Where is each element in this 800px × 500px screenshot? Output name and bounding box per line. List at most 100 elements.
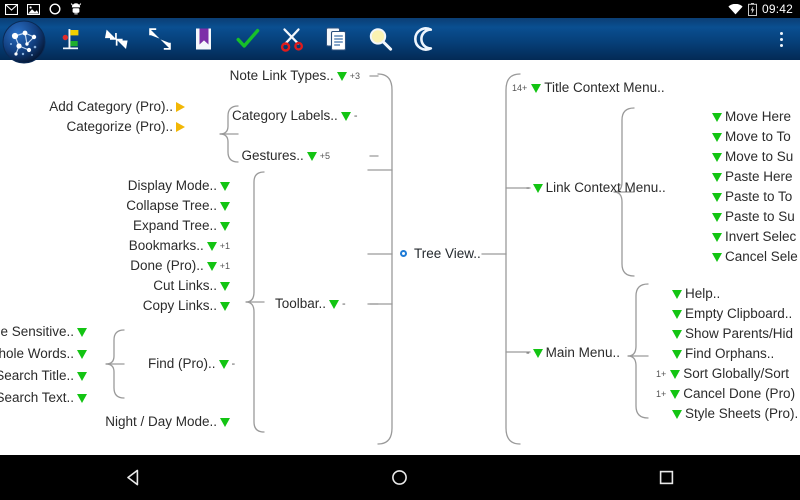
- expand-triangle-icon[interactable]: [220, 221, 230, 231]
- expand-triangle-icon[interactable]: [306, 151, 317, 161]
- node-expand-tree[interactable]: Expand Tree..: [60, 218, 230, 234]
- expand-triangle-icon[interactable]: [712, 212, 722, 222]
- node-show-parents[interactable]: Show Parents/Hid: [672, 326, 793, 342]
- mail-icon: [5, 3, 18, 15]
- expand-triangle-icon[interactable]: [220, 417, 230, 427]
- cut-links-icon[interactable]: [270, 18, 314, 60]
- mindmap-canvas[interactable]: Tree View.. Note Link Types.. +3 Add Cat…: [0, 60, 800, 455]
- node-style-sheets-pro[interactable]: Style Sheets (Pro).: [672, 406, 798, 422]
- expand-triangle-icon[interactable]: [712, 232, 722, 242]
- node-label: Main Menu..: [545, 345, 620, 360]
- node-move-to-top[interactable]: Move to To: [712, 129, 791, 145]
- done-check-icon[interactable]: [226, 18, 270, 60]
- expand-triangle-icon[interactable]: [336, 71, 347, 81]
- expand-triangle-icon[interactable]: [712, 112, 722, 122]
- expand-triangle-icon[interactable]: [672, 409, 682, 419]
- copy-links-icon[interactable]: [314, 18, 358, 60]
- node-cut-links[interactable]: Cut Links..: [60, 278, 230, 294]
- node-copy-links[interactable]: Copy Links..: [60, 298, 230, 314]
- search-icon[interactable]: [358, 18, 402, 60]
- node-case-sensitive[interactable]: ase Sensitive..: [0, 324, 87, 340]
- node-toolbar[interactable]: Toolbar.. -: [275, 296, 346, 312]
- expand-triangle-icon[interactable]: [77, 327, 87, 337]
- node-find-orphans[interactable]: Find Orphans..: [672, 346, 774, 362]
- expand-triangle-icon[interactable]: [220, 201, 230, 211]
- collapse-tree-icon[interactable]: [94, 18, 138, 60]
- node-move-here[interactable]: Move Here: [712, 109, 791, 125]
- expand-triangle-icon[interactable]: [329, 299, 340, 309]
- node-link-context-menu[interactable]: - Link Context Menu..: [526, 180, 666, 196]
- expand-triangle-icon[interactable]: [531, 83, 542, 93]
- circle-icon: [49, 3, 61, 15]
- expand-triangle-icon[interactable]: [670, 389, 681, 399]
- expand-triangle-icon[interactable]: [672, 289, 682, 299]
- bookmark-icon[interactable]: [182, 18, 226, 60]
- expand-triangle-icon[interactable]: [712, 172, 722, 182]
- node-label: Category Labels..: [232, 108, 338, 123]
- node-note-link-types[interactable]: Note Link Types.. +3: [110, 68, 360, 84]
- night-mode-icon[interactable]: [402, 18, 446, 60]
- node-paste-here[interactable]: Paste Here: [712, 169, 793, 185]
- node-main-menu[interactable]: - Main Menu..: [526, 345, 620, 361]
- node-display-mode[interactable]: Display Mode..: [60, 178, 230, 194]
- node-move-to-sub[interactable]: Move to Su: [712, 149, 793, 165]
- node-help[interactable]: Help..: [672, 286, 720, 302]
- node-paste-to-sub[interactable]: Paste to Su: [712, 209, 795, 225]
- node-empty-clipboard[interactable]: Empty Clipboard..: [672, 306, 792, 322]
- mindmap-root-node[interactable]: Tree View..: [400, 246, 481, 261]
- node-invert-selection[interactable]: Invert Selec: [712, 229, 796, 245]
- node-label: Cut Links..: [153, 278, 217, 293]
- node-add-category-pro[interactable]: Add Category (Pro)..: [0, 99, 185, 115]
- expand-triangle-icon[interactable]: [532, 183, 543, 193]
- expand-triangle-icon[interactable]: [712, 252, 722, 262]
- expand-triangle-icon[interactable]: [532, 348, 543, 358]
- pro-triangle-icon[interactable]: [176, 102, 185, 112]
- tree-markers-icon[interactable]: [50, 18, 94, 60]
- node-done-pro[interactable]: Done (Pro).. +1: [50, 258, 230, 274]
- node-title-context-menu[interactable]: 14+ Title Context Menu..: [512, 80, 665, 96]
- expand-triangle-icon[interactable]: [672, 329, 682, 339]
- expand-triangle-icon[interactable]: [670, 369, 681, 379]
- node-search-text[interactable]: Search Text..: [0, 390, 87, 406]
- node-label: Bookmarks..: [128, 238, 204, 253]
- node-gestures[interactable]: Gestures.. +5: [130, 148, 330, 164]
- expand-triangle-icon[interactable]: [77, 393, 87, 403]
- node-label: Find Orphans..: [685, 346, 775, 361]
- expand-triangle-icon[interactable]: [220, 281, 230, 291]
- expand-triangle-icon[interactable]: [77, 349, 87, 359]
- pro-triangle-icon[interactable]: [176, 122, 185, 132]
- expand-triangle-icon[interactable]: [220, 181, 230, 191]
- node-find-pro[interactable]: Find (Pro).. -: [148, 356, 235, 372]
- expand-triangle-icon[interactable]: [340, 111, 351, 121]
- nav-back-button[interactable]: [103, 455, 163, 500]
- node-cancel-selection[interactable]: Cancel Sele: [712, 249, 798, 265]
- nav-home-button[interactable]: [370, 455, 430, 500]
- node-cancel-done-pro[interactable]: 1+ Cancel Done (Pro): [656, 386, 795, 402]
- expand-triangle-icon[interactable]: [712, 152, 722, 162]
- expand-triangle-icon[interactable]: [218, 359, 229, 369]
- image-icon: [27, 3, 40, 15]
- expand-triangle-icon[interactable]: [206, 261, 217, 271]
- node-label: Title Context Menu..: [544, 80, 665, 95]
- node-night-day-mode[interactable]: Night / Day Mode..: [60, 414, 230, 430]
- node-categorize-pro[interactable]: Categorize (Pro)..: [0, 119, 185, 135]
- node-sort-globally[interactable]: 1+ Sort Globally/Sort: [656, 366, 789, 382]
- nav-recents-button[interactable]: [637, 455, 697, 500]
- node-collapse-tree[interactable]: Collapse Tree..: [60, 198, 230, 214]
- node-search-title[interactable]: Search Title..: [0, 368, 87, 384]
- node-whole-words[interactable]: Whole Words..: [0, 346, 87, 362]
- app-logo-icon[interactable]: [2, 20, 46, 64]
- expand-triangle-icon[interactable]: [672, 349, 682, 359]
- expand-triangle-icon[interactable]: [206, 241, 217, 251]
- expand-triangle-icon[interactable]: [712, 132, 722, 142]
- node-category-labels[interactable]: Category Labels.. -: [232, 108, 357, 124]
- node-paste-to-top[interactable]: Paste to To: [712, 189, 792, 205]
- child-count-prefix: -: [526, 182, 530, 194]
- node-bookmarks[interactable]: Bookmarks.. +1: [50, 238, 230, 254]
- expand-triangle-icon[interactable]: [712, 192, 722, 202]
- expand-triangle-icon[interactable]: [672, 309, 682, 319]
- expand-triangle-icon[interactable]: [220, 301, 230, 311]
- expand-tree-icon[interactable]: [138, 18, 182, 60]
- expand-triangle-icon[interactable]: [77, 371, 87, 381]
- overflow-menu-button[interactable]: [768, 18, 794, 60]
